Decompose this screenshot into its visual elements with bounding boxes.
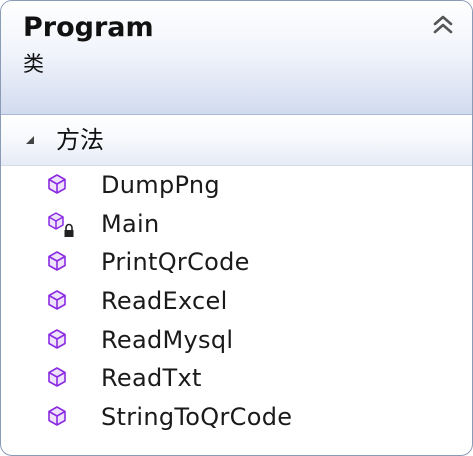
method-item[interactable]: DumpPng	[1, 166, 472, 205]
class-kind-label: 类	[23, 52, 44, 76]
method-name: ReadTxt	[101, 364, 202, 393]
method-icon	[46, 289, 70, 313]
method-name: PrintQrCode	[101, 248, 250, 277]
method-name: DumpPng	[101, 171, 220, 199]
method-icon	[46, 405, 70, 429]
methods-section-label: 方法	[56, 126, 104, 154]
method-item[interactable]: ReadTxt	[1, 359, 472, 398]
methods-section-header[interactable]: 方法	[1, 115, 472, 166]
class-name: Program	[23, 12, 154, 43]
method-item[interactable]: Main	[1, 205, 472, 244]
method-name: ReadMysql	[101, 325, 234, 354]
method-item[interactable]: StringToQrCode	[1, 398, 472, 437]
class-shape[interactable]: Program 类 方法 DumpPng Main PrintQrCode Re…	[0, 0, 473, 456]
method-item[interactable]: PrintQrCode	[1, 243, 472, 282]
method-list: DumpPng Main PrintQrCode ReadExcel ReadM…	[1, 166, 472, 437]
method-name: Main	[101, 209, 160, 238]
method-icon	[46, 328, 70, 352]
method-name: StringToQrCode	[101, 403, 293, 432]
method-name: ReadExcel	[101, 287, 228, 316]
method-icon	[46, 366, 70, 390]
expanded-triangle-icon[interactable]	[21, 131, 39, 149]
method-item[interactable]: ReadMysql	[1, 321, 472, 360]
method-item[interactable]: ReadExcel	[1, 282, 472, 321]
private-method-icon	[46, 211, 74, 237]
method-icon	[46, 250, 70, 274]
double-chevron-up-icon[interactable]	[429, 11, 457, 39]
method-icon	[46, 173, 70, 197]
class-header[interactable]: Program 类	[1, 1, 472, 115]
